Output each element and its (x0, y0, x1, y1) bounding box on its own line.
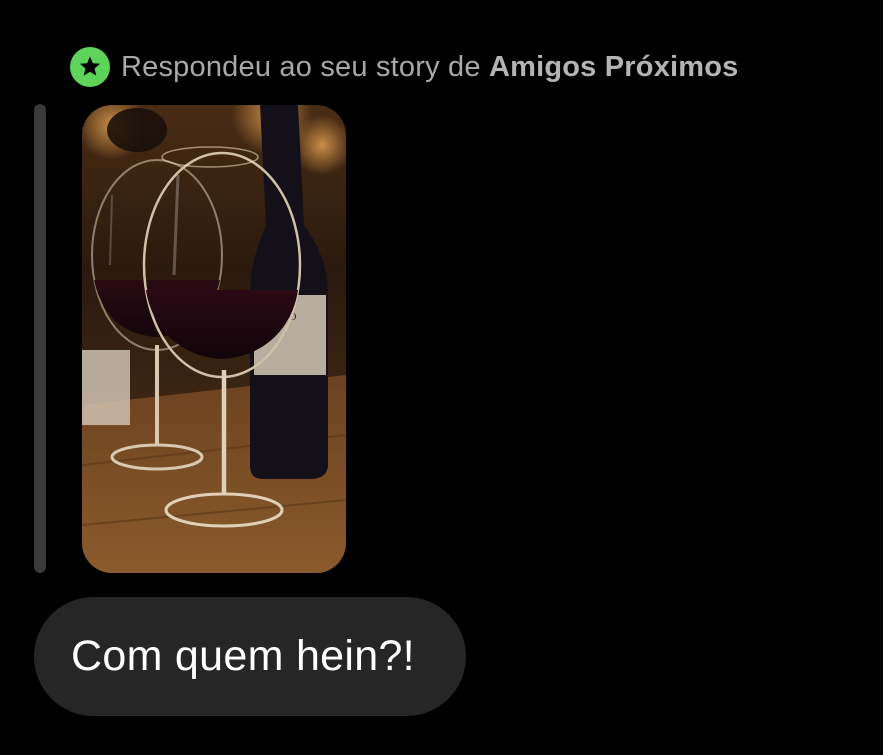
close-friends-badge (70, 47, 110, 87)
message-text: Com quem hein?! (71, 632, 415, 680)
reply-context-header: Respondeu ao seu story de Amigos Próximo… (70, 45, 739, 89)
reply-context-prefix: Respondeu ao seu story de (121, 50, 481, 83)
story-thumbnail[interactable]: NTO (82, 105, 346, 573)
message-bubble[interactable]: Com quem hein?! (34, 597, 466, 716)
close-friends-list-name: Amigos Próximos (488, 50, 739, 83)
flower-shape (107, 108, 167, 152)
star-icon (70, 47, 110, 87)
story-photo: NTO (82, 105, 346, 573)
napkin-box (82, 350, 130, 425)
reply-context-text: Respondeu ao seu story de Amigos Próximo… (121, 51, 739, 84)
reply-indicator-line (34, 104, 46, 573)
